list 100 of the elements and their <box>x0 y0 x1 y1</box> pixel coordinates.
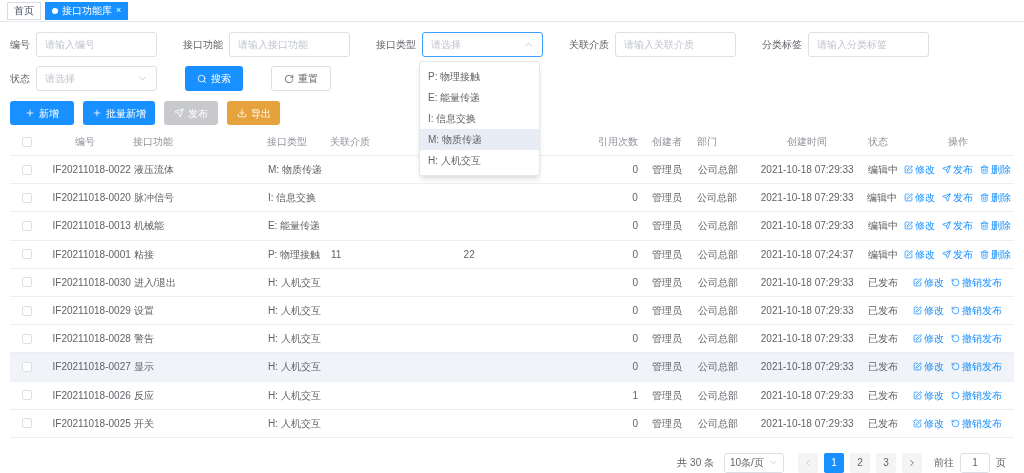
pencil-icon <box>904 249 914 259</box>
table-cell: 0 <box>632 333 638 345</box>
refresh-icon <box>284 73 294 84</box>
table-cell: 公司总部 <box>697 361 738 373</box>
table-cell: 2021-10-18 07:29:33 <box>760 389 854 401</box>
checkbox[interactable] <box>21 333 32 344</box>
table-cell: 0 <box>632 276 638 288</box>
table-cell: H: 人机交互 <box>267 305 321 317</box>
table-cell: 已发布 <box>867 361 898 373</box>
page-tab[interactable]: 首页 <box>7 1 41 20</box>
column-header: 编号 <box>75 136 96 147</box>
pencil-icon <box>913 306 923 316</box>
pencil-icon <box>913 362 923 372</box>
pencil-icon <box>904 193 914 203</box>
table-cell: 公司总部 <box>697 248 738 260</box>
page-tab[interactable]: 接口功能库 × <box>45 1 129 20</box>
row-action-link[interactable]: 修改 <box>904 190 936 206</box>
table-cell: P: 物理接触 <box>267 248 321 260</box>
table-cell: 已发布 <box>867 305 898 317</box>
table-cell: 0 <box>632 248 638 260</box>
paper-plane-icon <box>942 193 952 203</box>
next-page-button[interactable] <box>902 452 922 473</box>
page-size-select[interactable]: 10条/页 <box>724 452 784 473</box>
previous-page-button[interactable] <box>798 452 818 473</box>
row-action-link[interactable]: 修改 <box>913 331 945 347</box>
table-cell: 编辑中 <box>867 248 898 260</box>
row-action-link[interactable]: 删除 <box>980 190 1012 206</box>
dropdown-option[interactable]: I: 信息交换 <box>420 108 539 129</box>
undo-icon <box>951 390 961 400</box>
column-header: 创建者 <box>651 136 682 147</box>
table-cell: 显示 <box>133 361 154 373</box>
table-cell: 已发布 <box>867 389 898 401</box>
page-button[interactable]: 1 <box>824 452 844 473</box>
checkbox[interactable] <box>21 136 32 147</box>
table-cell: IF20211018-0025 <box>52 417 131 429</box>
download-icon <box>236 108 247 118</box>
row-action-link[interactable]: 修改 <box>913 387 945 403</box>
field-label: 关联介质 <box>569 38 609 52</box>
row-action-link[interactable]: 删除 <box>980 218 1012 234</box>
checkbox[interactable] <box>21 164 32 175</box>
close-icon[interactable]: × <box>116 3 122 18</box>
row-action-link[interactable]: 撤销发布 <box>951 359 1003 375</box>
dropdown-option[interactable]: M: 物质传递 <box>420 129 539 150</box>
table-cell: 粘接 <box>133 248 154 260</box>
total-count: 共 30 条 <box>677 456 714 471</box>
table-cell: 0 <box>632 192 638 204</box>
row-action-link[interactable]: 撤销发布 <box>951 274 1003 290</box>
row-action-link[interactable]: 撤销发布 <box>951 331 1003 347</box>
page-button[interactable]: 2 <box>850 452 870 473</box>
reset-button[interactable]: 重置 <box>271 66 331 91</box>
row-action-link[interactable]: 修改 <box>904 218 936 234</box>
checkbox[interactable] <box>21 220 32 231</box>
search-icon <box>197 73 207 84</box>
dropdown-option[interactable]: E: 能量传递 <box>420 87 539 108</box>
table-cell: 22 <box>463 248 475 260</box>
row-action-link[interactable]: 修改 <box>913 359 945 375</box>
pencil-icon <box>913 418 923 428</box>
trash-icon <box>980 249 990 259</box>
row-action-link[interactable]: 撤销发布 <box>951 415 1003 431</box>
row-action-link[interactable]: 发布 <box>942 246 974 262</box>
checkbox[interactable] <box>21 249 32 260</box>
table-cell: H: 人机交互 <box>267 361 321 373</box>
action-button[interactable]: 导出 <box>227 101 280 125</box>
row-action-link[interactable]: 发布 <box>942 162 974 178</box>
table-cell: 2021-10-18 07:29:33 <box>760 192 854 204</box>
table-cell: 公司总部 <box>697 333 738 345</box>
action-button[interactable]: 新增 <box>10 101 74 125</box>
table-cell: IF20211018-0020 <box>52 192 131 204</box>
trash-icon <box>980 193 990 203</box>
row-action-link[interactable]: 发布 <box>942 218 974 234</box>
dropdown-option[interactable]: P: 物理接触 <box>420 66 539 87</box>
row-action-link[interactable]: 修改 <box>913 274 945 290</box>
row-action-link[interactable]: 修改 <box>913 415 945 431</box>
chevron-right-icon <box>907 457 917 468</box>
checkbox[interactable] <box>21 277 32 288</box>
row-action-link[interactable]: 修改 <box>904 162 936 178</box>
page-input[interactable]: 1 <box>960 452 990 473</box>
checkbox[interactable] <box>21 361 32 372</box>
search-button[interactable]: 搜索 <box>185 66 243 91</box>
row-action-link[interactable]: 发布 <box>942 190 974 206</box>
table-cell: 2021-10-18 07:29:33 <box>760 220 854 232</box>
action-button[interactable]: 批量新增 <box>83 101 155 125</box>
checkbox[interactable] <box>21 305 32 316</box>
pencil-icon <box>913 334 923 344</box>
dropdown-option[interactable]: H: 人机交互 <box>420 150 539 171</box>
row-action-link[interactable]: 修改 <box>913 303 945 319</box>
table-cell: 0 <box>632 220 638 232</box>
table-cell: M: 物质传递 <box>267 164 322 176</box>
plus-icon <box>25 108 35 118</box>
column-header: 部门 <box>697 136 718 147</box>
row-action-link[interactable]: 撤销发布 <box>951 387 1003 403</box>
checkbox[interactable] <box>21 192 32 203</box>
page-button[interactable]: 3 <box>876 452 896 473</box>
table-cell: 公司总部 <box>697 417 738 429</box>
row-action-link[interactable]: 撤销发布 <box>951 303 1003 319</box>
row-action-link[interactable]: 删除 <box>980 246 1012 262</box>
row-action-link[interactable]: 删除 <box>980 162 1012 178</box>
checkbox[interactable] <box>21 418 32 429</box>
checkbox[interactable] <box>21 390 32 401</box>
row-action-link[interactable]: 修改 <box>904 246 936 262</box>
